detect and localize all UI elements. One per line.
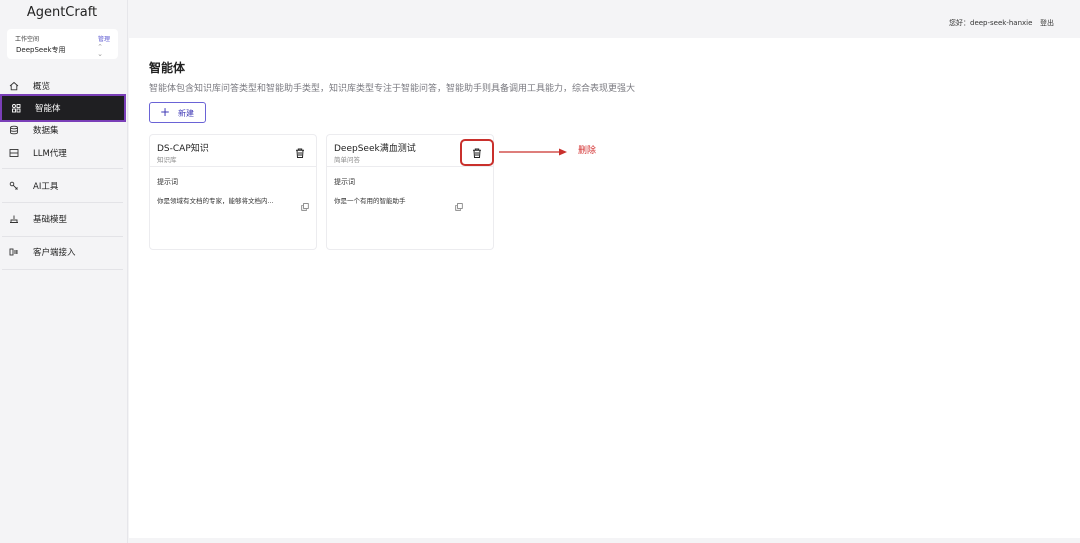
annotation-arrow bbox=[499, 148, 567, 156]
sidebar-item-agents[interactable]: 智能体 bbox=[0, 94, 126, 122]
sidebar-item-label: 智能体 bbox=[35, 104, 61, 114]
model-icon bbox=[9, 214, 19, 224]
copy-icon[interactable] bbox=[455, 196, 463, 211]
nav-divider bbox=[2, 202, 123, 203]
card-prompt: 你是领域有文档的专家，能够将文档内... bbox=[157, 197, 274, 205]
client-icon bbox=[9, 247, 19, 257]
nav-divider bbox=[2, 236, 123, 237]
workspace-label: 工作空间 bbox=[15, 36, 40, 43]
card-title: DeepSeek满血测试 bbox=[334, 144, 416, 154]
sidebar-item-llm-proxy[interactable]: LLM代理 bbox=[0, 141, 124, 165]
copy-icon[interactable] bbox=[301, 196, 309, 211]
sidebar-item-ai-tools[interactable]: AI工具 bbox=[0, 174, 124, 198]
app-logo: AgentCraft bbox=[26, 5, 98, 20]
top-bar: 您好：deep-seek-hanxie 登出 bbox=[129, 0, 1080, 38]
agent-icon bbox=[11, 103, 21, 113]
trash-icon[interactable] bbox=[294, 144, 306, 158]
new-button-label: 新建 bbox=[178, 109, 194, 118]
nav-divider bbox=[2, 168, 123, 169]
sidebar-item-client-access[interactable]: 客户端接入 bbox=[0, 240, 124, 264]
sidebar-item-label: AI工具 bbox=[33, 182, 59, 192]
sidebar: AgentCraft 工作空间 管理 DeepSeek专用 ⌃ ⌄ 概览 智能体 … bbox=[0, 0, 128, 543]
page-description: 智能体包含知识库问答类型和智能助手类型，知识库类型专注于智能问答，智能助手则具备… bbox=[149, 84, 636, 94]
card-type: 简单问答 bbox=[334, 156, 360, 164]
plus-icon: + bbox=[160, 105, 171, 119]
sidebar-item-label: LLM代理 bbox=[33, 149, 67, 159]
workspace-selector[interactable]: 工作空间 管理 DeepSeek专用 ⌃ ⌄ bbox=[7, 29, 118, 59]
agent-card[interactable]: DS-CAP知识 知识库 提示词 你是领域有文档的专家，能够将文档内... bbox=[149, 134, 317, 250]
home-icon bbox=[9, 81, 19, 91]
card-type: 知识库 bbox=[157, 156, 177, 164]
tool-icon bbox=[9, 181, 19, 191]
delete-annotation-label: 删除 bbox=[578, 146, 597, 156]
sidebar-item-datasets[interactable]: 数据集 bbox=[0, 118, 124, 142]
sidebar-item-label: 数据集 bbox=[33, 126, 59, 136]
card-prompt: 你是一个有用的智能助手 bbox=[334, 197, 406, 205]
sidebar-item-label: 概览 bbox=[33, 82, 51, 92]
updown-chevron-icon: ⌃ ⌄ bbox=[97, 43, 103, 58]
card-title: DS-CAP知识 bbox=[157, 144, 209, 154]
workspace-value: DeepSeek专用 bbox=[16, 46, 66, 54]
page-title: 智能体 bbox=[149, 61, 186, 75]
delete-highlight-box bbox=[460, 139, 494, 166]
logout-link[interactable]: 登出 bbox=[1040, 18, 1054, 28]
sidebar-item-label: 客户端接入 bbox=[33, 248, 76, 258]
card-header: DS-CAP知识 知识库 bbox=[150, 135, 316, 167]
nav-divider bbox=[2, 269, 123, 270]
sidebar-item-label: 基础模型 bbox=[33, 215, 68, 225]
card-section-label: 提示词 bbox=[334, 178, 355, 186]
main-content: 智能体 智能体包含知识库问答类型和智能助手类型，知识库类型专注于智能问答，智能助… bbox=[129, 38, 1080, 538]
sidebar-item-base-models[interactable]: 基础模型 bbox=[0, 207, 124, 231]
user-greeting: 您好：deep-seek-hanxie bbox=[949, 19, 1033, 27]
database-icon bbox=[9, 125, 19, 135]
card-section-label: 提示词 bbox=[157, 178, 178, 186]
workspace-manage-link[interactable]: 管理 bbox=[98, 34, 110, 43]
new-agent-button[interactable]: + 新建 bbox=[149, 102, 206, 123]
sidebar-item-overview[interactable]: 概览 bbox=[0, 74, 124, 98]
proxy-icon bbox=[9, 148, 19, 158]
